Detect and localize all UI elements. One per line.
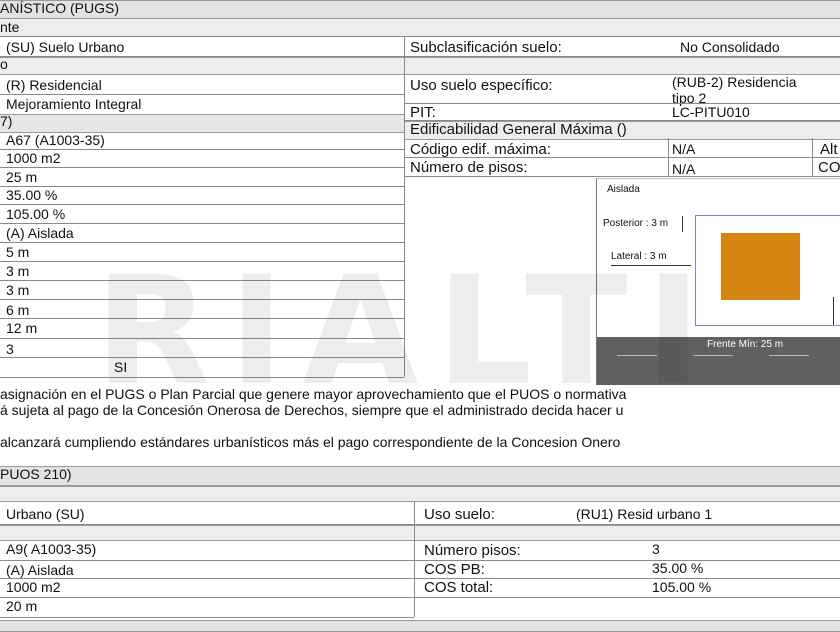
codigo-edif-label: Código edif. máxima:	[410, 141, 551, 158]
divider	[812, 138, 813, 176]
divider	[405, 157, 840, 158]
row-retiro-posterior: 3 m	[6, 282, 30, 298]
clasificacion-value: (SU) Suelo Urbano	[6, 39, 125, 55]
divider	[0, 578, 840, 579]
pugs-band-uso-label: o	[0, 56, 8, 72]
divider	[0, 560, 840, 561]
divider	[0, 167, 404, 168]
puos-cos-total-value: 105.00 %	[652, 579, 712, 595]
row-retiro-frontal: 5 m	[6, 244, 30, 260]
puos-cos-pb-value: 35.00 %	[652, 560, 704, 576]
pugs-band-left-label: 7)	[0, 113, 13, 129]
uso-especifico-value-1: (RUB-2) Residencia	[672, 74, 797, 90]
watermark: RIALTI	[95, 245, 720, 419]
puos-uso-label: Uso suelo:	[424, 506, 495, 523]
divider	[405, 176, 840, 177]
building-footprint	[721, 233, 800, 300]
street-marking	[769, 355, 809, 356]
subclasificacion-value: No Consolidado	[680, 39, 780, 55]
puos-cos-total-label: COS total:	[424, 579, 494, 596]
codigo-edif-extra: Alt	[820, 141, 838, 158]
pugs-subheader	[0, 18, 840, 37]
num-pisos-value: N/A	[672, 161, 696, 177]
puos-forma: (A) Aislada	[6, 562, 74, 578]
edificabilidad-title: Edificabilidad General Máxima ()	[410, 121, 627, 138]
row-frente-minimo: 25 m	[6, 169, 38, 185]
row-cos-total: 105.00 %	[6, 206, 66, 222]
puos-zona: A9( A1003-35)	[6, 541, 97, 557]
num-pisos-label: Número de pisos:	[410, 159, 528, 176]
pugs-section-title: ANÍSTICO (PUGS)	[0, 0, 120, 16]
puos-clasificacion: Urbano (SU)	[6, 506, 85, 522]
posterior-dimension-line	[682, 216, 683, 232]
pit-label: PIT:	[410, 104, 436, 121]
divider	[0, 597, 840, 598]
puos-footer-band	[0, 620, 840, 632]
divider	[0, 524, 840, 525]
puos-frente: 20 m	[6, 598, 38, 614]
divider	[0, 186, 404, 187]
pugs-section-header	[0, 0, 840, 19]
puos-num-pisos-label: Número pisos:	[424, 542, 521, 559]
num-pisos-extra: CO	[818, 159, 840, 176]
divider	[668, 138, 669, 176]
pit-value: LC-PITU010	[672, 104, 750, 120]
puos-cos-pb-label: COS PB:	[424, 561, 485, 578]
divider	[405, 120, 840, 121]
divider	[0, 204, 404, 205]
divider	[0, 56, 840, 57]
row-altura: 12 m	[6, 320, 38, 336]
puos-section-header	[0, 466, 840, 486]
row-zona: A67 (A1003-35)	[6, 132, 105, 148]
divider	[0, 242, 404, 243]
puos-band	[0, 525, 840, 541]
row-pisos: 3	[6, 341, 14, 357]
puos-section-title: PUOS 210)	[0, 466, 72, 482]
uso-general-value: (R) Residencial	[6, 77, 102, 93]
tratamiento-value: Mejoramiento Integral	[6, 96, 142, 112]
pugs-band-uso	[0, 57, 840, 75]
diagram-posterior-label: Posterior : 3 m	[603, 218, 669, 229]
divider	[0, 149, 404, 150]
divider	[0, 36, 840, 37]
puos-lote: 1000 m2	[6, 579, 61, 595]
puos-num-pisos-value: 3	[652, 541, 660, 557]
row-forma-ocupacion: (A) Aislada	[6, 225, 74, 241]
puos-subheader	[0, 486, 840, 502]
subclasificacion-label: Subclasificación suelo:	[410, 39, 562, 56]
pugs-subheader-label: nte	[0, 19, 20, 35]
uso-especifico-label: Uso suelo específico:	[410, 77, 553, 94]
divider	[0, 94, 404, 95]
diagram-title: Aislada	[607, 184, 640, 195]
puos-uso-value: (RU1) Resid urbano 1	[576, 506, 713, 522]
row-retiro-lateral: 3 m	[6, 263, 30, 279]
pugs-band-left	[0, 114, 404, 133]
frontal-dimension-line	[833, 297, 834, 325]
divider	[414, 502, 415, 617]
row-lote-minimo: 1000 m2	[6, 150, 61, 166]
row-cos-pb: 35.00 %	[6, 187, 58, 203]
divider	[405, 103, 840, 104]
divider	[0, 617, 414, 618]
codigo-edif-value: N/A	[672, 141, 696, 157]
row-entre-bloques: 6 m	[6, 302, 30, 318]
divider	[0, 223, 404, 224]
note-line-3: alcanzará cumpliendo estándares urbaníst…	[0, 434, 621, 450]
